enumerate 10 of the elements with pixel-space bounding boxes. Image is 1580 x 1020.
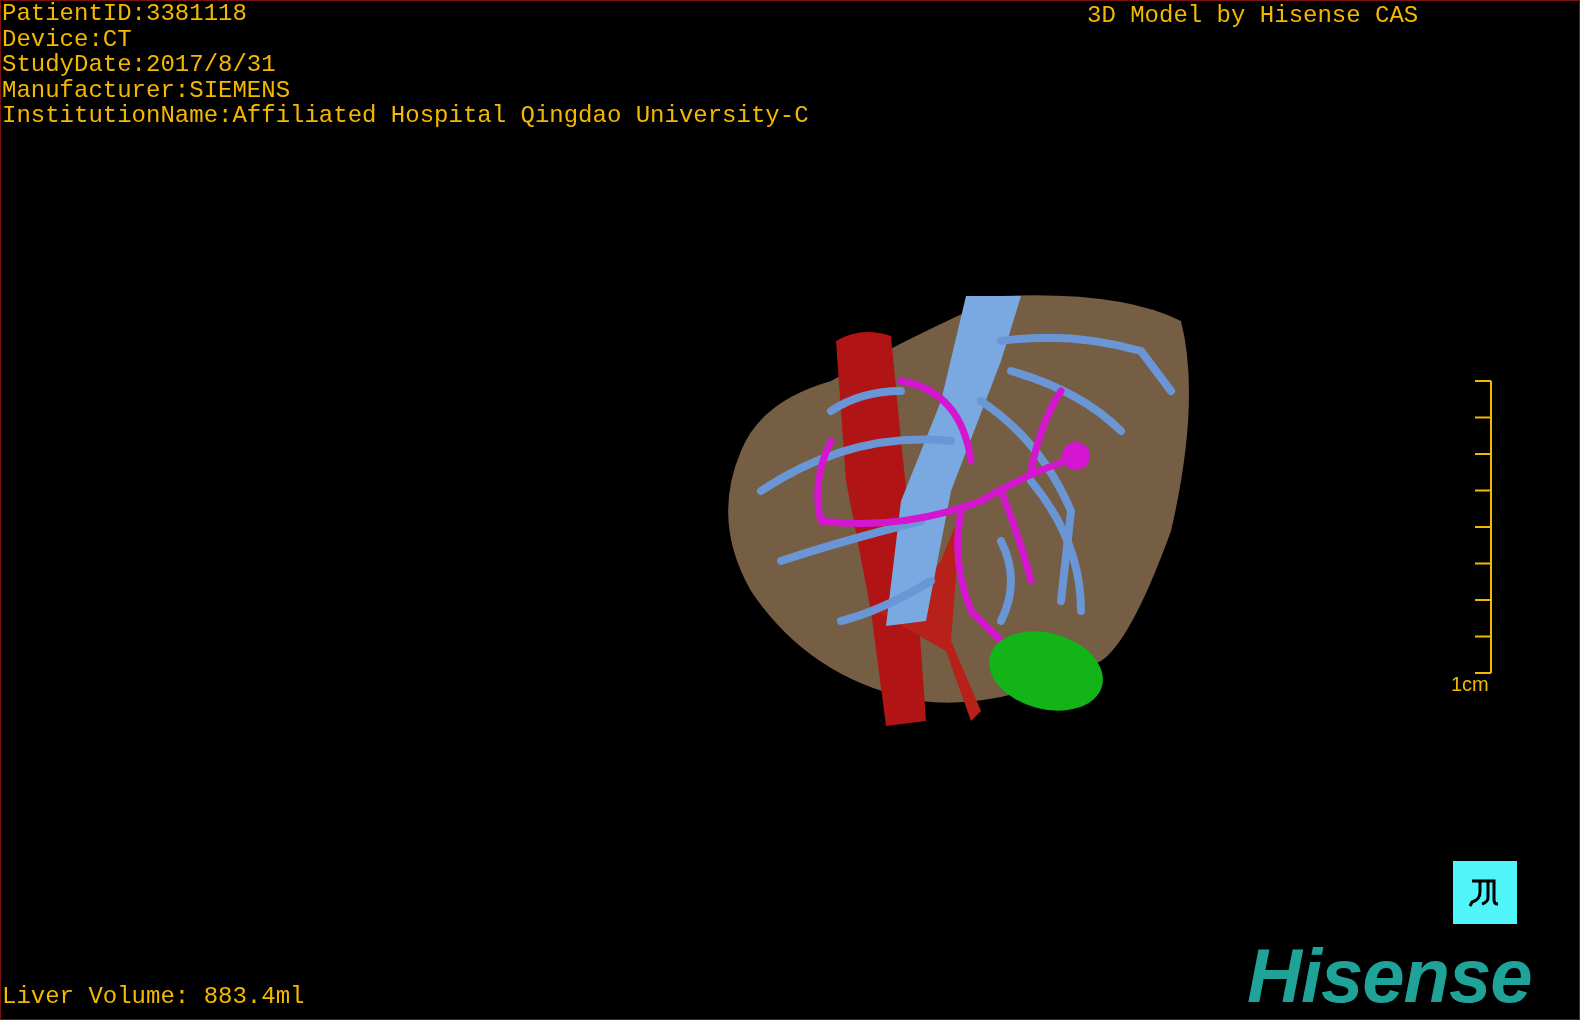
tool-button[interactable] xyxy=(1453,861,1517,924)
model-caption: 3D Model by Hisense CAS xyxy=(1087,2,1419,30)
logo: Hisense xyxy=(1247,936,1532,1016)
patient-info-text: Manufacturer:SIEMENS xyxy=(2,77,292,103)
patient-info-text: InstitutionName:Affiliated Hospital Qingdao University-C xyxy=(2,103,809,129)
scale-label: 1cm xyxy=(1451,673,1489,696)
patient-info-text: Device:CT xyxy=(2,26,133,52)
patient-info-text: StudyDate:2017/8/31 xyxy=(2,52,277,78)
liver-volume-text: Liver Volume: 883.4ml xyxy=(2,983,305,1011)
patient-info-text: PatientID:3381118 xyxy=(2,1,248,27)
